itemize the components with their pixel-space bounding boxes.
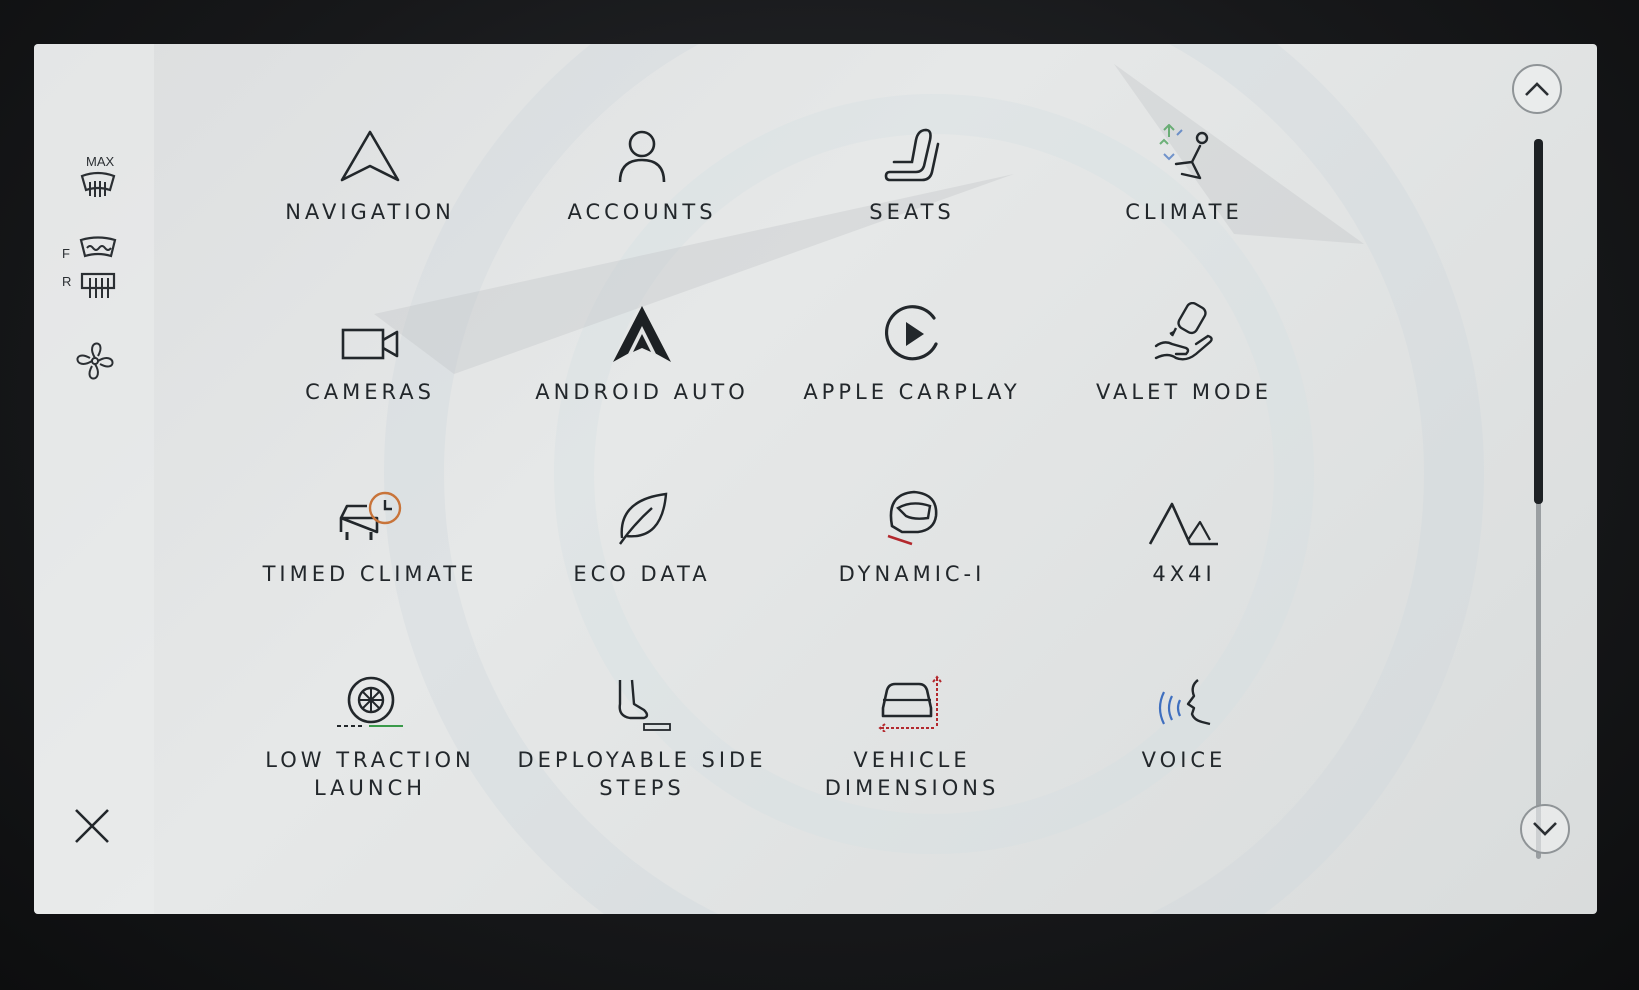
menu-item-label: ACCOUNTS (567, 200, 717, 224)
climate-sidebar: MAX F R (34, 44, 154, 914)
menu-item-climate[interactable]: CLIMATE (1044, 114, 1324, 226)
menu-item-label: NAVIGATION (285, 200, 455, 224)
carplay-play-icon (884, 305, 938, 361)
scroll-down-button[interactable] (1520, 804, 1570, 854)
climate-seat-airflow-icon (1159, 124, 1209, 180)
menu-item-apple-carplay[interactable]: APPLE CARPLAY (772, 294, 1052, 406)
menu-item-android-auto[interactable]: ANDROID AUTO (502, 294, 782, 406)
menu-item-cameras[interactable]: CAMERAS (230, 294, 510, 406)
menu-item-label: TIMED CLIMATE (262, 562, 478, 586)
camera-icon (341, 328, 399, 360)
menu-item-eco-data[interactable]: ECO DATA (502, 476, 782, 588)
menu-item-label: VEHICLE DIMENSIONS (824, 748, 1000, 800)
menu-item-timed-climate[interactable]: TIMED CLIMATE (230, 476, 510, 588)
mountains-icon (1148, 502, 1218, 546)
menu-item-vehicle-dimensions[interactable]: VEHICLE DIMENSIONS (772, 662, 1052, 802)
menu-item-low-traction-launch[interactable]: LOW TRACTION LAUNCH (230, 662, 510, 802)
menu-item-label: SEATS (869, 200, 955, 224)
menu-item-label: VOICE (1141, 748, 1227, 772)
front-defrost-label: F (62, 246, 70, 261)
close-button[interactable] (70, 804, 114, 848)
wheel-traction-icon (337, 676, 403, 727)
menu-item-label: CAMERAS (305, 380, 435, 404)
voice-face-icon (1158, 679, 1211, 726)
infotainment-screen: MAX F R NAVIGATION ACCOUNTS SEATS CLIMAT… (34, 44, 1597, 914)
car-clock-icon (339, 491, 402, 540)
menu-item-label: VALET MODE (1096, 380, 1272, 404)
front-defrost-icon[interactable] (78, 236, 118, 262)
menu-item-seats[interactable]: SEATS (772, 114, 1052, 226)
foot-step-icon (618, 679, 671, 731)
menu-item-deployable-side-steps[interactable]: DEPLOYABLE SIDE STEPS (502, 662, 782, 802)
menu-item-valet-mode[interactable]: VALET MODE (1044, 294, 1324, 406)
menu-item-4x4i[interactable]: 4X4I (1044, 476, 1324, 588)
max-defrost-icon[interactable] (78, 170, 118, 200)
rear-defrost-label: R (62, 274, 72, 289)
close-icon (75, 809, 109, 843)
navigation-arrow-icon (340, 130, 400, 182)
menu-item-label: 4X4I (1152, 562, 1216, 586)
menu-item-voice[interactable]: VOICE (1044, 662, 1324, 774)
helmet-icon (887, 490, 938, 546)
menu-item-dynamic-i[interactable]: DYNAMIC-I (772, 476, 1052, 588)
menu-item-label: DYNAMIC-I (838, 562, 986, 586)
android-auto-icon (613, 306, 671, 362)
menu-item-label: DEPLOYABLE SIDE STEPS (517, 748, 767, 800)
menu-item-label: APPLE CARPLAY (803, 380, 1021, 404)
account-person-icon (618, 130, 666, 183)
vehicle-dimensions-icon (878, 675, 942, 732)
scrollbar-thumb[interactable] (1534, 139, 1543, 504)
menu-item-label: ANDROID AUTO (535, 380, 749, 404)
fan-icon[interactable] (70, 336, 120, 386)
menu-item-label: LOW TRACTION LAUNCH (265, 748, 475, 800)
max-defrost-label: MAX (86, 154, 115, 169)
menu-item-navigation[interactable]: NAVIGATION (230, 114, 510, 226)
rear-defrost-icon[interactable] (78, 270, 118, 302)
menu-item-label: ECO DATA (573, 562, 711, 586)
leaf-icon (619, 492, 668, 545)
seat-icon (884, 128, 940, 182)
chevron-down-icon (1533, 822, 1557, 836)
chevron-up-icon (1525, 82, 1549, 96)
valet-key-hand-icon (1154, 302, 1213, 361)
menu-item-label: CLIMATE (1125, 200, 1243, 224)
scroll-up-button[interactable] (1512, 64, 1562, 114)
menu-item-accounts[interactable]: ACCOUNTS (502, 114, 782, 226)
